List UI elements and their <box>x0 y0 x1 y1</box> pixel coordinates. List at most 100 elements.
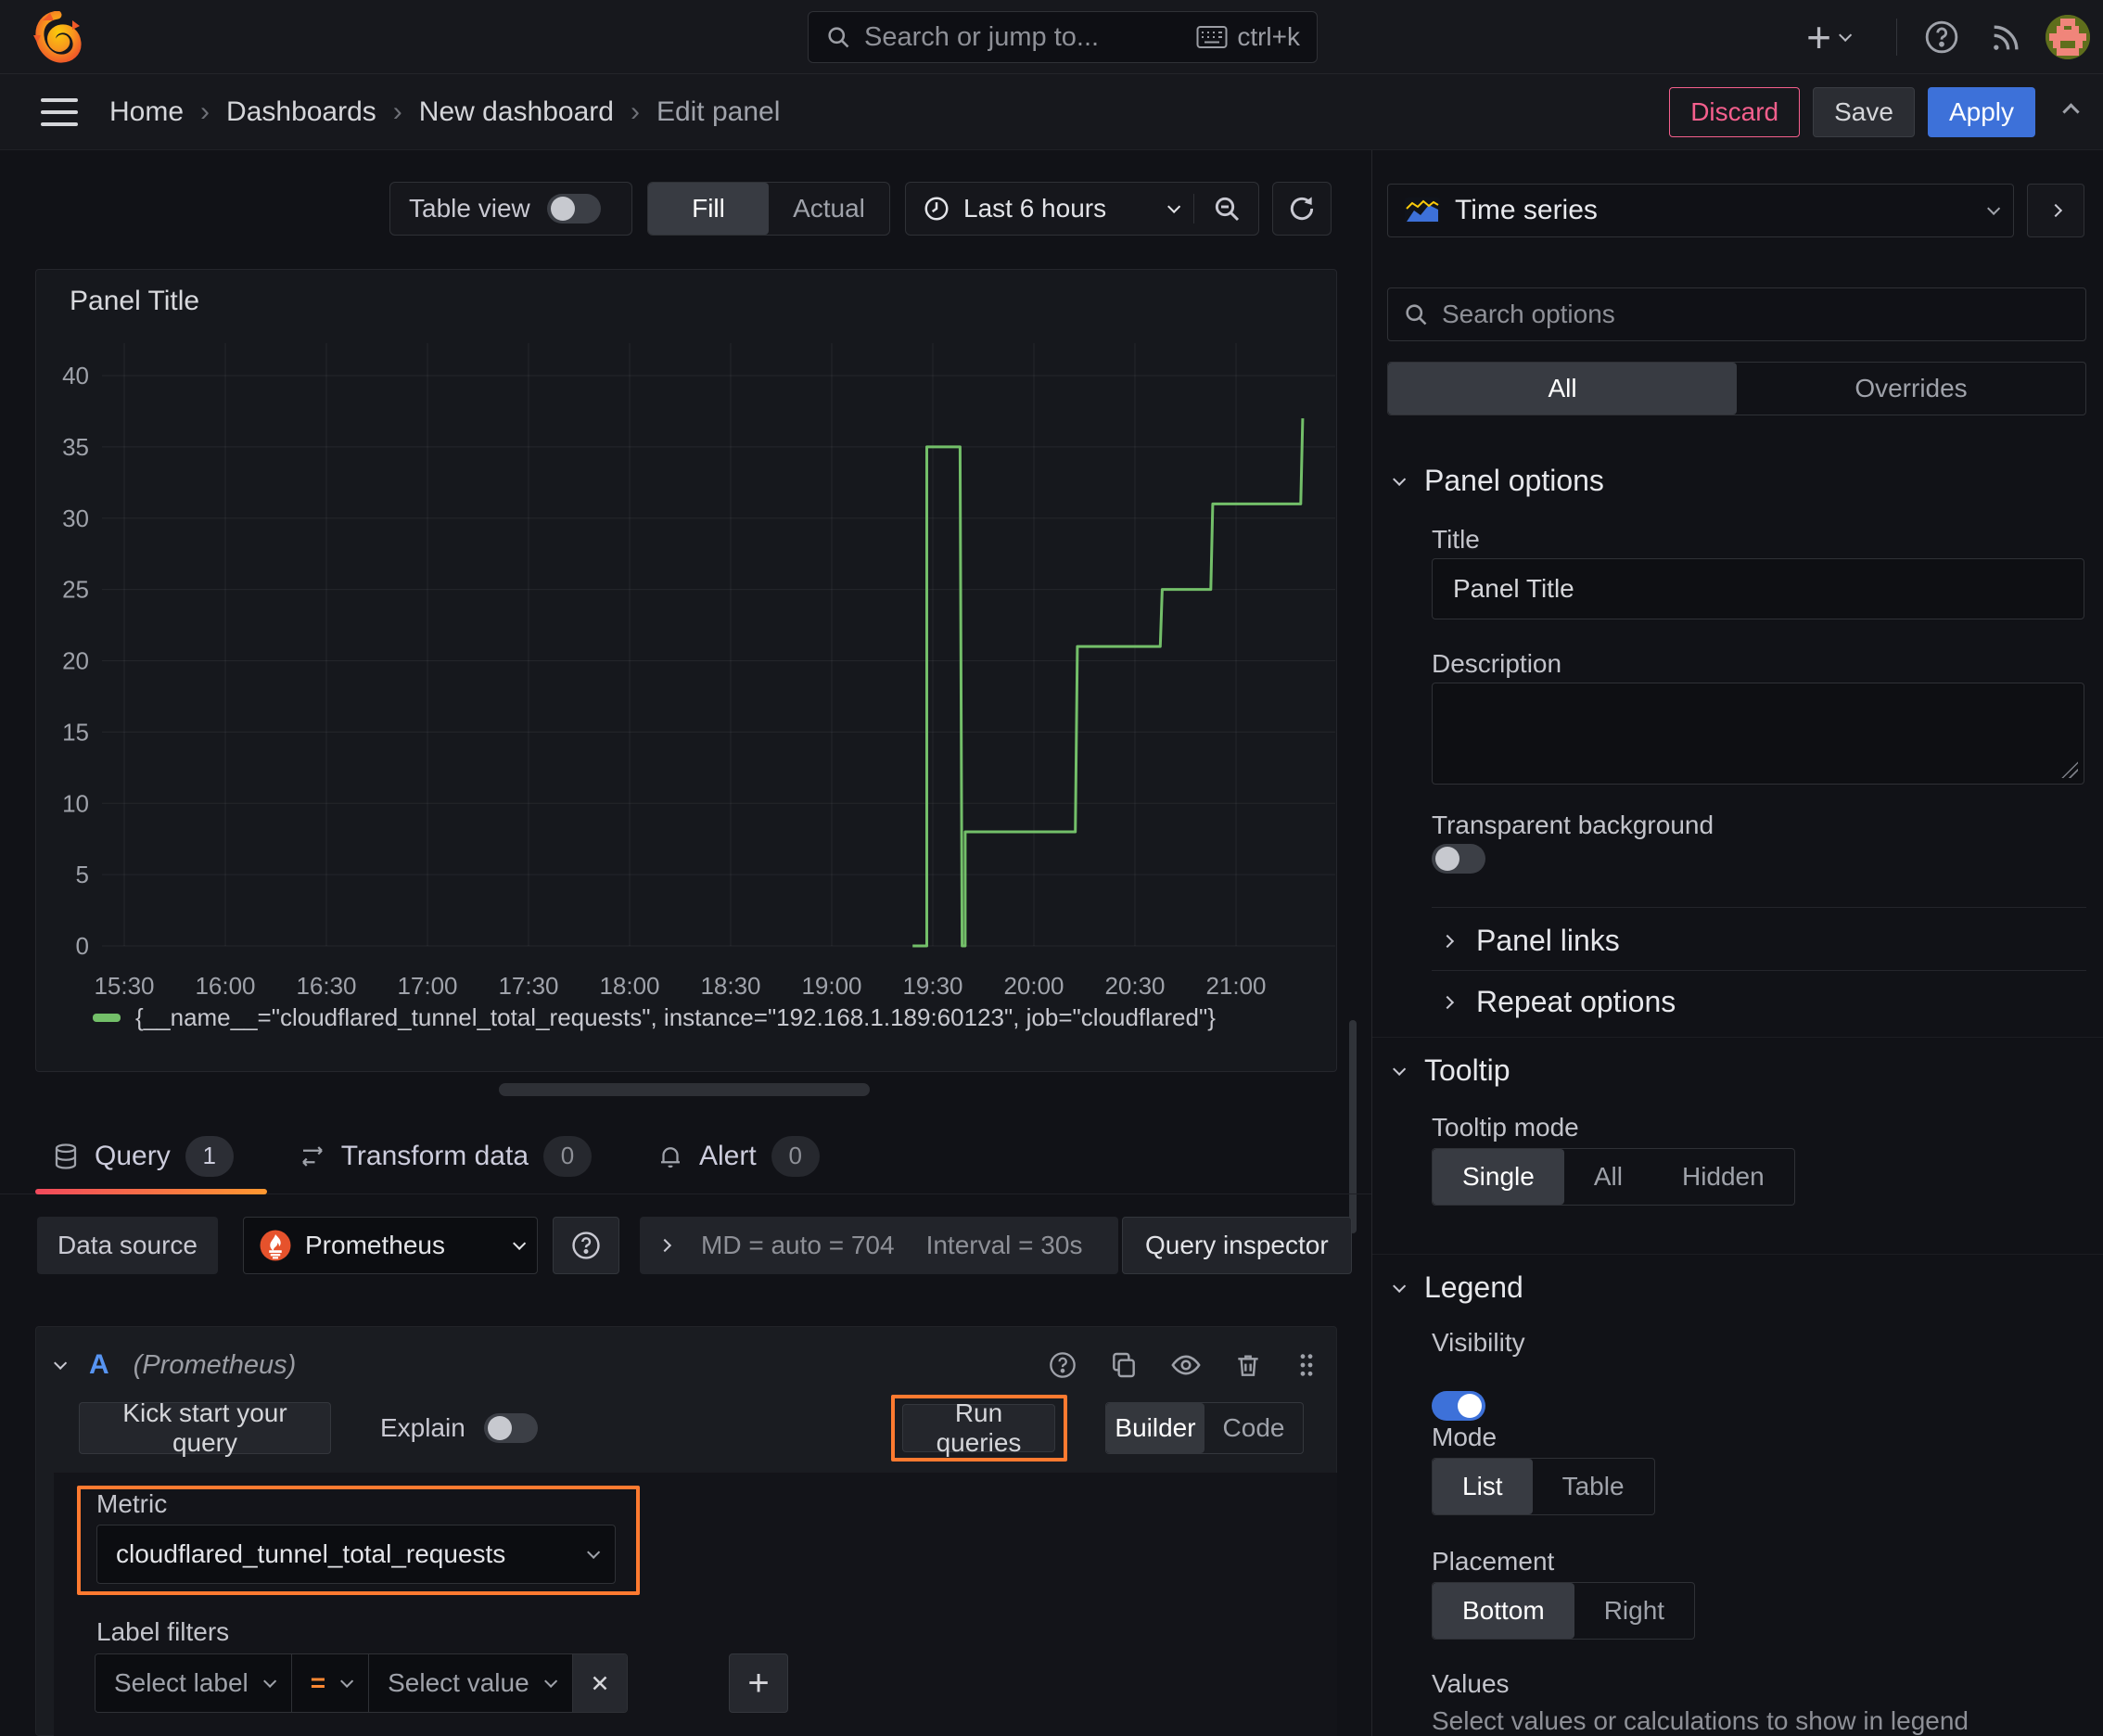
active-tab-underline <box>35 1189 267 1194</box>
global-search-input[interactable]: Search or jump to... ctrl+k <box>808 11 1318 63</box>
explain-toggle[interactable] <box>483 1413 538 1443</box>
code-option[interactable]: Code <box>1204 1403 1303 1453</box>
panel-links-section-header[interactable]: Panel links <box>1440 924 1620 958</box>
legend-values-label: Values <box>1432 1669 1510 1698</box>
tab-overrides[interactable]: Overrides <box>1737 363 2085 415</box>
tab-alert[interactable]: Alert 0 <box>656 1118 820 1194</box>
label-filters-label: Label filters <box>96 1617 230 1646</box>
help-icon[interactable] <box>1048 1350 1077 1380</box>
select-label-dropdown[interactable]: Select label <box>96 1654 292 1712</box>
tab-query[interactable]: Query 1 <box>35 1118 267 1194</box>
new-button[interactable]: + <box>1806 16 1853 58</box>
refresh-button[interactable] <box>1272 182 1332 236</box>
collapse-query-icon[interactable] <box>54 1356 68 1370</box>
chart-legend[interactable]: {__name__="cloudflared_tunnel_total_requ… <box>93 1003 1216 1032</box>
datasource-picker[interactable]: Prometheus <box>243 1217 538 1274</box>
query-inspector-button[interactable]: Query inspector <box>1122 1217 1352 1274</box>
duplicate-icon[interactable] <box>1109 1350 1139 1380</box>
drag-handle-icon[interactable] <box>1294 1350 1319 1380</box>
panel-options-section-header[interactable]: Panel options <box>1393 464 1604 498</box>
tab-transform[interactable]: Transform data 0 <box>299 1118 592 1194</box>
time-range-button[interactable]: Last 6 hours <box>906 194 1193 223</box>
zoom-out-button[interactable] <box>1193 194 1258 223</box>
legend-heading: Legend <box>1424 1270 1523 1304</box>
metric-label: Metric <box>96 1489 168 1518</box>
panel-title-input[interactable]: Panel Title <box>1432 558 2084 619</box>
metric-select[interactable]: cloudflared_tunnel_total_requests <box>96 1525 616 1584</box>
grafana-logo-icon[interactable] <box>32 11 83 63</box>
panel-resize-handle[interactable] <box>499 1083 870 1096</box>
select-value-dropdown[interactable]: Select value <box>369 1654 573 1712</box>
news-icon[interactable] <box>1984 15 2029 59</box>
svg-text:19:00: 19:00 <box>801 972 861 1000</box>
help-button[interactable] <box>1919 15 1964 59</box>
legend-placement-right[interactable]: Right <box>1574 1583 1694 1639</box>
legend-placement-switch: Bottom Right <box>1432 1582 1696 1640</box>
collapse-header-icon[interactable] <box>2062 103 2080 121</box>
breadcrumb-dashboards[interactable]: Dashboards <box>226 96 376 128</box>
operator-dropdown[interactable]: = <box>291 1654 370 1712</box>
resize-grip-icon[interactable] <box>2061 761 2078 778</box>
tab-query-label: Query <box>95 1140 171 1171</box>
query-count-badge: 1 <box>185 1135 234 1177</box>
fill-actual-switch: Fill Actual <box>647 182 890 236</box>
panel-options-heading: Panel options <box>1424 464 1604 497</box>
operator-value: = <box>310 1668 326 1697</box>
database-icon <box>52 1142 80 1170</box>
actual-option[interactable]: Actual <box>769 183 889 235</box>
run-queries-button[interactable]: Run queries <box>902 1398 1055 1457</box>
breadcrumb-new-dashboard[interactable]: New dashboard <box>419 96 614 128</box>
breadcrumb-bar: Home › Dashboards › New dashboard › Edit… <box>0 74 2103 150</box>
panel-title-value: Panel Title <box>1453 574 1574 603</box>
query-row-header[interactable]: A (Prometheus) <box>54 1341 1319 1389</box>
svg-text:35: 35 <box>62 433 89 461</box>
tooltip-section-header[interactable]: Tooltip <box>1393 1053 1510 1088</box>
search-icon <box>825 24 851 50</box>
discard-button[interactable]: Discard <box>1669 86 1801 137</box>
svg-text:15: 15 <box>62 718 89 746</box>
remove-filter-button[interactable] <box>572 1654 627 1712</box>
svg-text:20: 20 <box>62 647 89 675</box>
keyboard-icon <box>1196 25 1228 49</box>
table-view-toggle[interactable] <box>546 194 601 223</box>
visibility-label: Visibility <box>1432 1328 1525 1357</box>
datasource-help-button[interactable] <box>553 1217 619 1274</box>
tooltip-mode-single[interactable]: Single <box>1433 1149 1564 1205</box>
legend-mode-table[interactable]: Table <box>1533 1459 1654 1514</box>
kick-start-button[interactable]: Kick start your query <box>79 1398 331 1457</box>
chevron-down-icon <box>1393 1062 1407 1076</box>
breadcrumb-home[interactable]: Home <box>109 96 184 128</box>
legend-placement-bottom[interactable]: Bottom <box>1433 1583 1574 1639</box>
user-avatar[interactable] <box>2046 15 2090 59</box>
menu-toggle-icon[interactable] <box>41 97 78 126</box>
chevron-down-icon <box>543 1674 557 1688</box>
query-options-row[interactable]: MD = auto = 704 Interval = 30s <box>640 1217 1118 1274</box>
chevron-down-icon <box>513 1236 527 1250</box>
chart-svg: 0 5 10 15 20 25 30 35 40 15:30 16:00 16:30 17:00 17:3… <box>62 343 1335 1000</box>
interval: Interval = 30s <box>925 1231 1083 1259</box>
add-filter-button[interactable]: + <box>729 1653 788 1713</box>
options-search-input[interactable]: Search options <box>1387 287 2086 341</box>
legend-visibility-toggle[interactable] <box>1432 1391 1485 1421</box>
delete-icon[interactable] <box>1233 1350 1263 1380</box>
fill-option[interactable]: Fill <box>648 183 769 235</box>
toggle-visibility-icon[interactable] <box>1170 1349 1202 1381</box>
chevron-down-icon <box>262 1674 276 1688</box>
transparent-background-toggle[interactable] <box>1432 844 1485 874</box>
legend-mode-list[interactable]: List <box>1433 1459 1533 1514</box>
repeat-options-section-header[interactable]: Repeat options <box>1440 985 1676 1019</box>
tooltip-mode-all[interactable]: All <box>1564 1149 1652 1205</box>
apply-button[interactable]: Apply <box>1927 86 2035 137</box>
tab-all[interactable]: All <box>1388 363 1737 415</box>
save-button[interactable]: Save <box>1813 86 1915 137</box>
description-textarea[interactable] <box>1432 683 2084 785</box>
legend-section-header[interactable]: Legend <box>1393 1270 1523 1305</box>
svg-text:0: 0 <box>76 932 89 960</box>
chevron-right-icon <box>1440 934 1455 948</box>
breadcrumb-separator: › <box>392 96 402 127</box>
visualization-picker[interactable]: Time series <box>1387 184 2014 237</box>
chevron-down-icon <box>1167 199 1181 213</box>
tooltip-mode-hidden[interactable]: Hidden <box>1652 1149 1794 1205</box>
builder-option[interactable]: Builder <box>1106 1403 1204 1453</box>
toggle-viz-picker-button[interactable] <box>2027 184 2084 237</box>
